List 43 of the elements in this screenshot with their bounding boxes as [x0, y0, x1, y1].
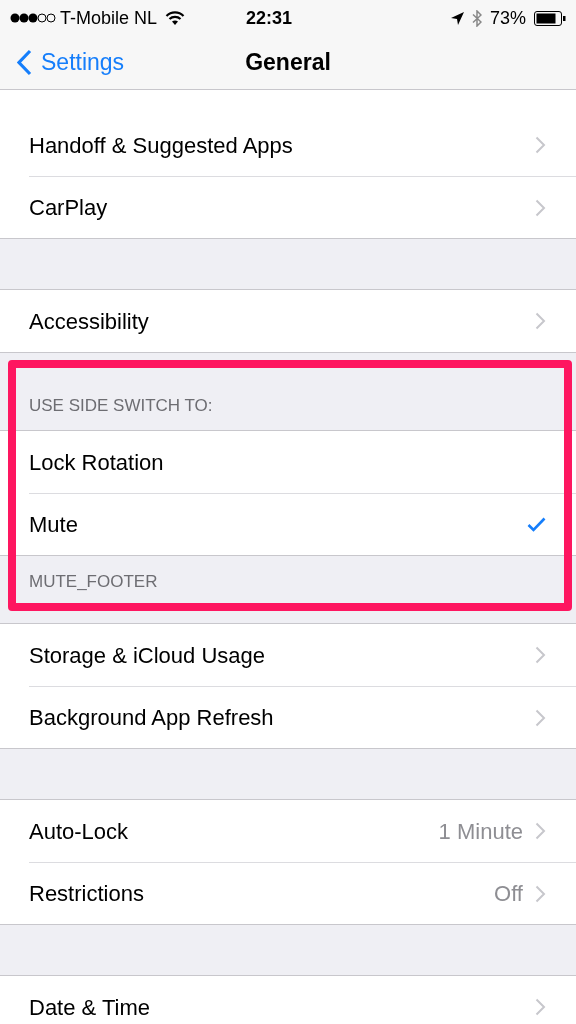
- row-label: Background App Refresh: [29, 704, 274, 732]
- row-value: 1 Minute: [438, 817, 523, 846]
- carrier-name: T-Mobile NL: [60, 6, 158, 30]
- chevron-right-icon: [535, 136, 546, 154]
- row-label: CarPlay: [29, 194, 108, 222]
- settings-row[interactable]: Background App Refresh: [29, 686, 576, 748]
- settings-row[interactable]: Handoff & Suggested Apps: [0, 114, 576, 176]
- row-label: Accessibility: [29, 307, 149, 336]
- settings-row[interactable]: Storage & iCloud Usage: [0, 624, 576, 686]
- row-label: Storage & iCloud Usage: [29, 641, 266, 670]
- chevron-right-icon: [535, 998, 546, 1016]
- settings-row[interactable]: Mute: [29, 493, 576, 555]
- settings-row[interactable]: Date & Time: [0, 976, 576, 1024]
- row-label: Restrictions: [29, 880, 144, 908]
- wifi-icon: [165, 10, 186, 26]
- settings-row[interactable]: CarPlay: [29, 176, 576, 238]
- battery-icon: [534, 10, 566, 26]
- bluetooth-icon: [471, 9, 482, 27]
- section-header: USE SIDE SWITCH TO:: [29, 394, 213, 417]
- chevron-right-icon: [535, 198, 546, 217]
- location-arrow-icon: [450, 11, 464, 25]
- row-label: Auto-Lock: [29, 817, 129, 846]
- chevron-right-icon: [535, 312, 546, 330]
- chevron-right-icon: [535, 708, 546, 727]
- settings-row[interactable]: Auto-Lock 1 Minute: [0, 800, 576, 862]
- row-value: Off: [494, 880, 523, 908]
- settings-row[interactable]: Accessibility: [0, 290, 576, 352]
- row-label: Date & Time: [29, 993, 151, 1022]
- settings-row[interactable]: Restrictions Off: [29, 862, 576, 924]
- row-label: Handoff & Suggested Apps: [29, 131, 293, 160]
- row-label: Lock Rotation: [29, 448, 164, 477]
- signal-dots-icon: [10, 13, 56, 23]
- battery-percent: 73%: [489, 6, 526, 30]
- settings-row[interactable]: Lock Rotation: [0, 431, 576, 493]
- screen-title: General: [245, 48, 331, 78]
- chevron-right-icon: [535, 822, 546, 840]
- chevron-right-icon: [535, 646, 546, 664]
- chevron-right-icon: [535, 884, 546, 903]
- clock-time: 22:31: [246, 6, 293, 30]
- section-footer: MUTE_FOOTER: [29, 572, 158, 591]
- back-chevron-icon: [17, 49, 32, 76]
- back-button[interactable]: Settings: [0, 45, 125, 80]
- row-label: Mute: [29, 511, 78, 539]
